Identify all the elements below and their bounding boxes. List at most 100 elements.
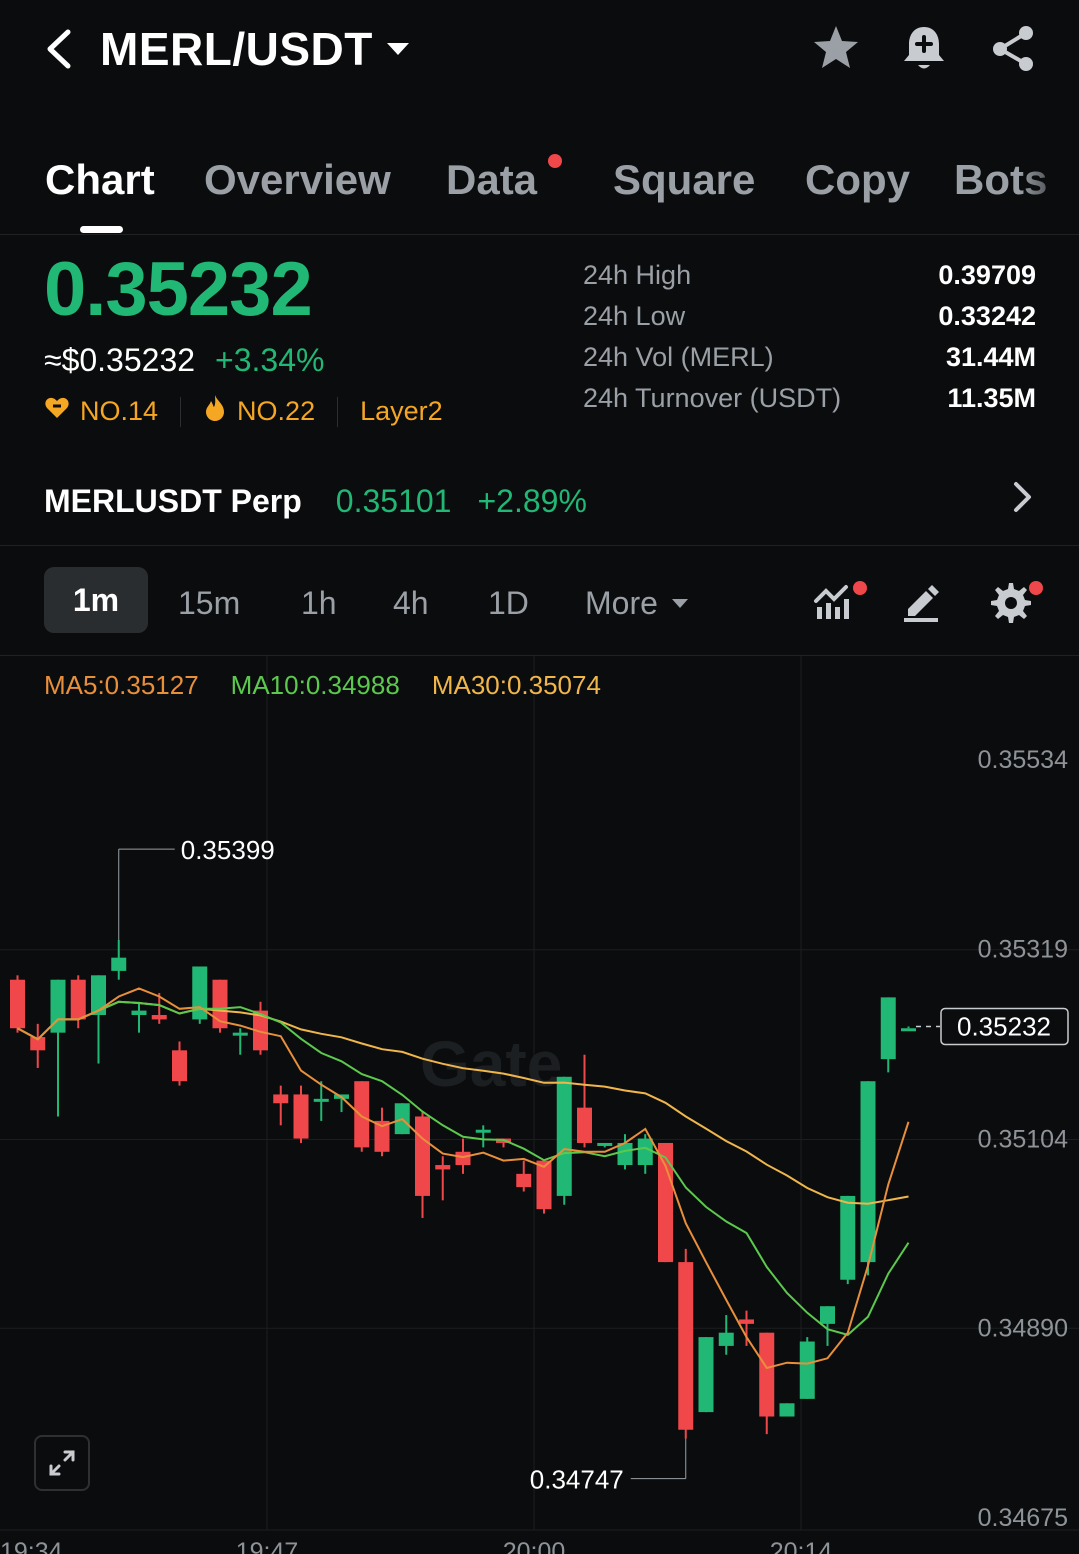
candle-body bbox=[70, 979, 86, 1020]
top-bar: MERL/USDT bbox=[0, 0, 1079, 100]
candle-body bbox=[577, 1107, 592, 1143]
candle-body bbox=[779, 1403, 795, 1417]
x-axis-label: 19:47 bbox=[236, 1538, 299, 1554]
interval-1d[interactable]: 1D bbox=[488, 585, 529, 622]
stat-value: 11.35M bbox=[947, 383, 1036, 413]
interval-15m[interactable]: 15m bbox=[178, 585, 240, 622]
candle-body bbox=[435, 1165, 451, 1170]
price-change: +3.34% bbox=[215, 342, 325, 378]
candle-body bbox=[880, 997, 896, 1060]
perp-name: MERLUSDT Perp bbox=[44, 482, 302, 519]
candle-body bbox=[901, 1028, 916, 1032]
x-axis-label: 19:34 bbox=[0, 1538, 63, 1554]
heart-icon bbox=[44, 396, 70, 427]
y-axis-label: 0.34890 bbox=[978, 1314, 1068, 1342]
rank-1[interactable]: NO.14 bbox=[80, 396, 158, 427]
candle-body bbox=[759, 1332, 775, 1417]
stat-value: 31.44M bbox=[945, 342, 1036, 372]
y-axis-label: 0.34675 bbox=[978, 1504, 1068, 1532]
tab-copy[interactable]: Copy bbox=[805, 156, 910, 204]
stat-row: 24h High 0.39709 bbox=[583, 260, 1036, 301]
interval-more[interactable]: More bbox=[585, 585, 688, 622]
candle-body bbox=[516, 1173, 532, 1188]
candle-body bbox=[658, 1142, 673, 1263]
y-axis-label: 0.35319 bbox=[978, 936, 1068, 964]
candle-body bbox=[536, 1160, 552, 1210]
candle-body bbox=[678, 1262, 694, 1430]
candle-body bbox=[10, 979, 25, 1029]
ma-legend: MA5:0.35127 MA10:0.34988 MA30:0.35074 bbox=[44, 670, 601, 701]
more-label: More bbox=[585, 585, 658, 621]
perp-change: +2.89% bbox=[477, 482, 587, 519]
candle-body bbox=[151, 1015, 167, 1020]
candle-body bbox=[131, 1010, 147, 1016]
rank-2[interactable]: NO.22 bbox=[237, 396, 315, 427]
share-icon[interactable] bbox=[988, 22, 1040, 74]
candle-body bbox=[455, 1151, 471, 1166]
stat-label: 24h Turnover (USDT) bbox=[583, 383, 842, 413]
candle-body bbox=[799, 1341, 815, 1399]
candle-body bbox=[232, 1032, 248, 1036]
ma10-value: MA10:0.34988 bbox=[230, 670, 400, 700]
gear-icon[interactable] bbox=[987, 579, 1031, 623]
stat-value: 0.39709 bbox=[938, 260, 1036, 290]
draw-icon[interactable] bbox=[900, 579, 944, 623]
ma30-value: MA30:0.35074 bbox=[431, 670, 601, 700]
tab-bar: Chart Overview Data Square Copy Bots bbox=[0, 130, 1079, 234]
interval-1m[interactable]: 1m bbox=[44, 567, 148, 633]
tab-overview[interactable]: Overview bbox=[204, 156, 391, 204]
candlestick-chart[interactable]: Gate0.353990.347470.352320.355340.353190… bbox=[0, 656, 1079, 1554]
star-icon[interactable] bbox=[810, 22, 862, 74]
candle-body bbox=[111, 957, 127, 971]
rank-tags: NO.14 NO.22 Layer2 bbox=[44, 394, 443, 429]
current-price-label: 0.35232 bbox=[957, 1011, 1051, 1041]
divider bbox=[0, 234, 1079, 235]
tab-data[interactable]: Data bbox=[446, 156, 537, 204]
stat-label: 24h Low bbox=[583, 301, 686, 331]
candle-body bbox=[698, 1337, 714, 1413]
high-marker-label: 0.35399 bbox=[181, 835, 275, 865]
candle-body bbox=[597, 1142, 613, 1146]
perp-row[interactable]: MERLUSDT Perp 0.35101 +2.89% bbox=[44, 480, 1034, 522]
expand-icon[interactable] bbox=[34, 1435, 90, 1491]
interval-1h[interactable]: 1h bbox=[301, 585, 337, 622]
notification-dot bbox=[853, 581, 867, 595]
usd-price: ≈$0.35232 bbox=[44, 342, 196, 378]
stat-label: 24h Vol (MERL) bbox=[583, 342, 774, 372]
notification-dot bbox=[548, 154, 562, 168]
chevron-right-icon bbox=[1010, 480, 1034, 522]
candle-body bbox=[354, 1081, 370, 1148]
chevron-down-icon bbox=[671, 599, 688, 608]
stat-label: 24h High bbox=[583, 260, 692, 290]
bell-plus-icon[interactable] bbox=[898, 22, 950, 74]
stat-row: 24h Vol (MERL) 31.44M bbox=[583, 342, 1036, 383]
divider bbox=[337, 396, 339, 427]
x-axis-label: 20:00 bbox=[503, 1538, 566, 1554]
x-axis-label: 20:14 bbox=[770, 1538, 833, 1554]
sector-tag[interactable]: Layer2 bbox=[360, 396, 443, 427]
tab-chart[interactable]: Chart bbox=[45, 156, 155, 204]
candle-body bbox=[739, 1319, 754, 1324]
candle-body bbox=[718, 1332, 734, 1346]
perp-price: 0.35101 bbox=[335, 482, 452, 519]
candle-body bbox=[172, 1050, 187, 1082]
interval-4h[interactable]: 4h bbox=[393, 585, 429, 622]
stat-row: 24h Low 0.33242 bbox=[583, 301, 1036, 342]
candle-body bbox=[637, 1138, 653, 1166]
candle-body bbox=[556, 1076, 572, 1196]
divider bbox=[180, 396, 182, 427]
back-icon[interactable] bbox=[40, 24, 80, 74]
candle-body bbox=[415, 1116, 430, 1196]
stat-value: 0.33242 bbox=[938, 301, 1036, 331]
indicators-icon[interactable] bbox=[812, 579, 856, 623]
active-tab-indicator bbox=[80, 226, 123, 233]
stats-panel: 24h High 0.39709 24h Low 0.33242 24h Vol (… bbox=[583, 260, 1036, 424]
candle-body bbox=[273, 1094, 289, 1104]
candle-body bbox=[313, 1098, 329, 1102]
y-axis-label: 0.35534 bbox=[978, 746, 1068, 774]
tab-square[interactable]: Square bbox=[613, 156, 755, 204]
y-axis-label: 0.35104 bbox=[978, 1125, 1068, 1153]
last-price: 0.35232 bbox=[44, 247, 313, 332]
pair-selector[interactable]: MERL/USDT bbox=[100, 22, 409, 76]
stat-row: 24h Turnover (USDT) 11.35M bbox=[583, 383, 1036, 424]
